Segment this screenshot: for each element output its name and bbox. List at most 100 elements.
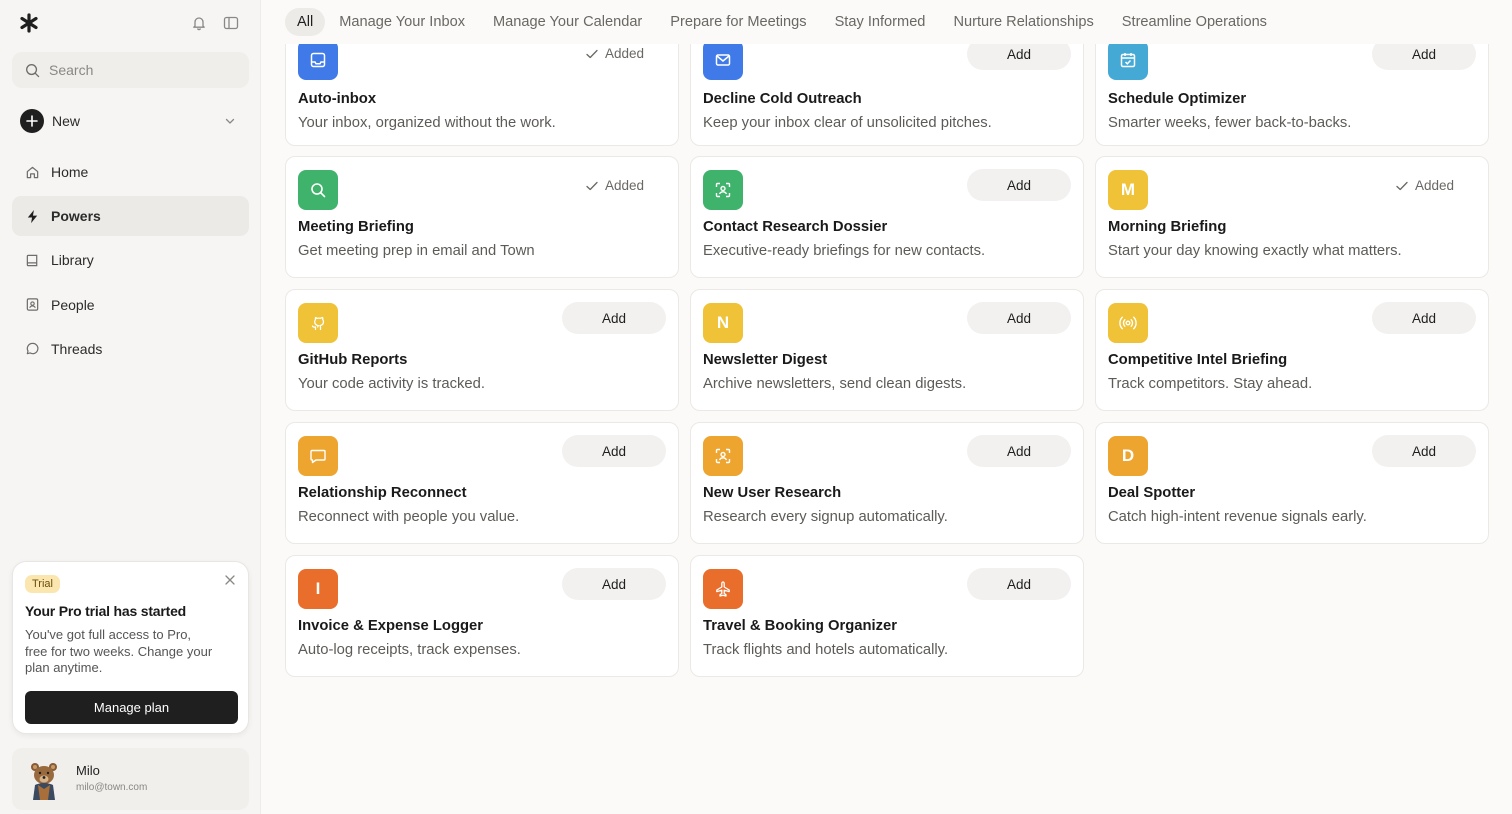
added-label: Added bbox=[604, 46, 644, 61]
person-scan-icon bbox=[703, 170, 743, 210]
user-name: Milo bbox=[76, 763, 100, 778]
card-title: Invoice & Expense Logger bbox=[298, 618, 484, 634]
power-card-invoice-expense-logger[interactable]: I Add Invoice & Expense Logger Auto-log … bbox=[285, 555, 679, 677]
tab-manage-your-inbox[interactable]: Manage Your Inbox bbox=[325, 8, 479, 36]
card-title: Relationship Reconnect bbox=[298, 485, 467, 501]
bell-icon[interactable] bbox=[191, 15, 207, 31]
card-description: Catch high-intent revenue signals early. bbox=[1108, 509, 1367, 525]
card-title: Meeting Briefing bbox=[298, 219, 414, 235]
card-title: Contact Research Dossier bbox=[703, 219, 888, 235]
add-button[interactable]: Add bbox=[1372, 302, 1476, 334]
letter-i-icon: I bbox=[298, 569, 338, 609]
sidebar-item-threads[interactable]: Threads bbox=[12, 329, 249, 369]
card-description: Research every signup automatically. bbox=[703, 509, 948, 525]
search-input[interactable] bbox=[49, 62, 219, 78]
category-tabs: All Manage Your Inbox Manage Your Calend… bbox=[285, 8, 1281, 36]
power-card-deal-spotter[interactable]: D Add Deal Spotter Catch high-intent rev… bbox=[1095, 422, 1489, 544]
sidebar-item-label: Powers bbox=[51, 208, 101, 225]
card-description: Track flights and hotels automatically. bbox=[703, 642, 949, 658]
trial-badge: Trial bbox=[25, 575, 60, 593]
add-button[interactable]: Add bbox=[967, 435, 1071, 467]
github-icon bbox=[298, 303, 338, 343]
person-scan-icon bbox=[703, 436, 743, 476]
add-button[interactable]: Add bbox=[562, 435, 666, 467]
tab-manage-your-calendar[interactable]: Manage Your Calendar bbox=[479, 8, 656, 36]
close-icon[interactable] bbox=[223, 573, 237, 587]
added-label: Added bbox=[604, 178, 644, 193]
power-card-github-reports[interactable]: Add GitHub Reports Your code activity is… bbox=[285, 289, 679, 411]
chat-bubble-icon bbox=[298, 436, 338, 476]
card-description: Your inbox, organized without the work. bbox=[298, 115, 556, 131]
manage-plan-button[interactable]: Manage plan bbox=[25, 691, 238, 724]
power-card-competitive-intel-briefing[interactable]: Add Competitive Intel Briefing Track com… bbox=[1095, 289, 1489, 411]
avatar bbox=[31, 763, 57, 800]
add-button[interactable]: Add bbox=[562, 302, 666, 334]
card-description: Track competitors. Stay ahead. bbox=[1108, 376, 1313, 392]
tab-nurture-relationships[interactable]: Nurture Relationships bbox=[939, 8, 1107, 36]
new-label: New bbox=[52, 113, 81, 129]
town-logo-icon[interactable] bbox=[19, 13, 39, 33]
power-card-newsletter-digest[interactable]: N Add Newsletter Digest Archive newslett… bbox=[690, 289, 1084, 411]
inbox-icon bbox=[298, 40, 338, 80]
search-box[interactable] bbox=[12, 52, 249, 88]
card-description: Get meeting prep in email and Town bbox=[298, 243, 535, 259]
letter-n-icon: N bbox=[703, 303, 743, 343]
card-title: Schedule Optimizer bbox=[1108, 91, 1247, 107]
power-card-travel-booking-organizer[interactable]: Add Travel & Booking Organizer Track fli… bbox=[690, 555, 1084, 677]
add-button[interactable]: Add bbox=[967, 568, 1071, 600]
card-description: Your code activity is tracked. bbox=[298, 376, 485, 392]
bolt-icon bbox=[27, 209, 38, 223]
tab-prepare-for-meetings[interactable]: Prepare for Meetings bbox=[656, 8, 820, 36]
card-title: Morning Briefing bbox=[1108, 219, 1227, 235]
sidebar-item-label: Home bbox=[51, 164, 89, 180]
card-title: Travel & Booking Organizer bbox=[703, 618, 898, 634]
checkmark-icon bbox=[586, 181, 598, 190]
trial-text: You've got full access to Pro, free for … bbox=[25, 627, 213, 675]
power-card-new-user-research[interactable]: Add New User Research Research every sig… bbox=[690, 422, 1084, 544]
user-email: milo@town.com bbox=[76, 782, 148, 793]
contact-card-icon bbox=[26, 298, 39, 311]
letter-m-icon: M bbox=[1108, 170, 1148, 210]
tab-stay-informed[interactable]: Stay Informed bbox=[821, 8, 940, 36]
power-card-meeting-briefing[interactable]: Added Meeting Briefing Get meeting prep … bbox=[285, 156, 679, 278]
powers-grid: Added Auto-inbox Your inbox, organized w… bbox=[285, 0, 1489, 814]
add-button[interactable]: Add bbox=[562, 568, 666, 600]
power-card-morning-briefing[interactable]: M Added Morning Briefing Start your day … bbox=[1095, 156, 1489, 278]
power-card-contact-research-dossier[interactable]: Add Contact Research Dossier Executive-r… bbox=[690, 156, 1084, 278]
sidebar-item-home[interactable]: Home bbox=[12, 152, 249, 192]
tab-all[interactable]: All bbox=[285, 8, 326, 36]
card-title: Newsletter Digest bbox=[703, 352, 828, 368]
book-icon bbox=[26, 254, 38, 267]
chevron-down-icon[interactable] bbox=[224, 115, 236, 127]
sidebar-item-label: Library bbox=[51, 252, 94, 269]
sidebar-item-powers[interactable]: Powers bbox=[12, 196, 249, 237]
checkmark-icon bbox=[586, 49, 598, 58]
card-description: Keep your inbox clear of unsolicited pit… bbox=[703, 115, 992, 131]
card-description: Executive-ready briefings for new contac… bbox=[703, 243, 986, 259]
card-title: Auto-inbox bbox=[298, 91, 377, 107]
card-title: Decline Cold Outreach bbox=[703, 91, 862, 107]
add-button[interactable]: Add bbox=[967, 302, 1071, 334]
added-status: Added bbox=[1395, 178, 1454, 193]
card-title: GitHub Reports bbox=[298, 352, 408, 368]
tab-streamline-operations[interactable]: Streamline Operations bbox=[1108, 8, 1281, 36]
add-button[interactable]: Add bbox=[1372, 435, 1476, 467]
sidebar-item-people[interactable]: People bbox=[12, 285, 249, 325]
checkmark-icon bbox=[1396, 181, 1408, 190]
added-label: Added bbox=[1414, 178, 1454, 193]
magnifier-icon bbox=[298, 170, 338, 210]
add-button[interactable]: Add bbox=[967, 169, 1071, 201]
trial-title: Your Pro trial has started bbox=[25, 603, 187, 619]
envelope-icon bbox=[703, 40, 743, 80]
sidebar-item-library[interactable]: Library bbox=[12, 240, 249, 280]
airplane-icon bbox=[703, 569, 743, 609]
card-description: Auto-log receipts, track expenses. bbox=[298, 642, 521, 658]
card-description: Archive newsletters, send clean digests. bbox=[703, 376, 967, 392]
sidebar-toggle-icon[interactable] bbox=[223, 15, 239, 31]
added-status: Added bbox=[585, 178, 644, 193]
new-button[interactable]: New bbox=[20, 108, 240, 134]
sidebar-item-label: Threads bbox=[51, 340, 103, 357]
broadcast-icon bbox=[1108, 303, 1148, 343]
power-card-relationship-reconnect[interactable]: Add Relationship Reconnect Reconnect wit… bbox=[285, 422, 679, 544]
user-profile[interactable]: Milo milo@town.com bbox=[12, 748, 249, 810]
